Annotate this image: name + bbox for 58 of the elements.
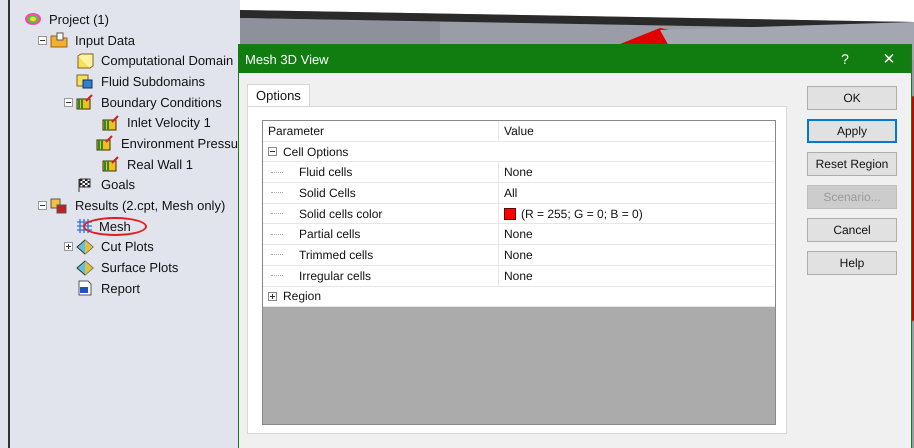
folder-icon (50, 32, 68, 48)
property-name: Partial cells (299, 227, 360, 242)
diamond-icon (76, 238, 94, 255)
dialog-title: Mesh 3D View (244, 52, 330, 66)
tree-item[interactable]: Real Wall 1 (125, 156, 195, 172)
diamond-icon (76, 260, 94, 276)
tree-item[interactable]: Results (2.cpt, Mesh only) (73, 198, 228, 214)
cubes-icon (76, 73, 94, 90)
dialog-button[interactable]: Reset Region (807, 152, 897, 176)
target-icon (24, 11, 42, 28)
tree-item[interactable]: Surface Plots (99, 260, 180, 276)
tab[interactable]: Options (247, 84, 310, 106)
dialog-button[interactable]: OK (807, 86, 897, 110)
tree-item[interactable]: Project (1) (47, 12, 111, 27)
property-value: (R = 255; G = 0; B = 0) (521, 206, 643, 221)
expander-icon[interactable] (38, 201, 48, 210)
expander-icon[interactable] (268, 292, 277, 301)
property-value: None (504, 268, 533, 283)
flag-box-icon (102, 114, 120, 131)
cube-icon (76, 52, 94, 69)
tree-item[interactable]: Boundary Conditions (99, 94, 224, 110)
tree-item[interactable]: Mesh (83, 216, 147, 236)
help-button[interactable]: ? (823, 51, 867, 67)
expander-icon[interactable] (38, 36, 48, 45)
property-value: None (504, 227, 533, 242)
property-name: Solid cells color (299, 206, 382, 221)
flag-box-icon (76, 94, 94, 110)
property-value: All (504, 186, 518, 200)
expander-icon[interactable] (64, 98, 74, 107)
dialog-button[interactable]: Apply (807, 119, 897, 143)
column-header: Value (503, 124, 534, 138)
dialog-button[interactable]: Cancel (807, 218, 897, 242)
grid-icon (76, 218, 94, 234)
tree-item[interactable]: Inlet Velocity 1 (125, 115, 213, 130)
group-label: Cell Options (283, 144, 348, 159)
property-value: None (504, 248, 533, 262)
expander-icon[interactable] (64, 242, 74, 252)
close-button[interactable]: × (867, 48, 911, 70)
tree-item[interactable]: Environment Pressu (118, 136, 240, 151)
property-name: Solid Cells (299, 186, 356, 200)
group-label: Region (283, 289, 322, 304)
flag-box-icon (102, 156, 120, 172)
flag-box-icon (96, 135, 114, 152)
expander-icon[interactable] (268, 147, 277, 156)
property-name: Irregular cells (299, 268, 372, 283)
results-icon (50, 198, 68, 214)
tree-item[interactable]: Fluid Subdomains (99, 74, 208, 89)
document-icon (76, 280, 94, 296)
tree-item[interactable]: Report (99, 280, 142, 296)
column-header: Parameter (263, 121, 499, 141)
property-name: Trimmed cells (299, 248, 374, 262)
tree-item[interactable]: Input Data (73, 32, 137, 48)
tree-item[interactable]: Goals (99, 177, 137, 192)
dialog-button[interactable]: Help (807, 251, 897, 275)
property-name: Fluid cells (299, 165, 352, 180)
property-value: None (504, 165, 533, 180)
tree-item[interactable]: Cut Plots (99, 239, 156, 254)
tree-item[interactable]: Computational Domain (99, 53, 236, 68)
